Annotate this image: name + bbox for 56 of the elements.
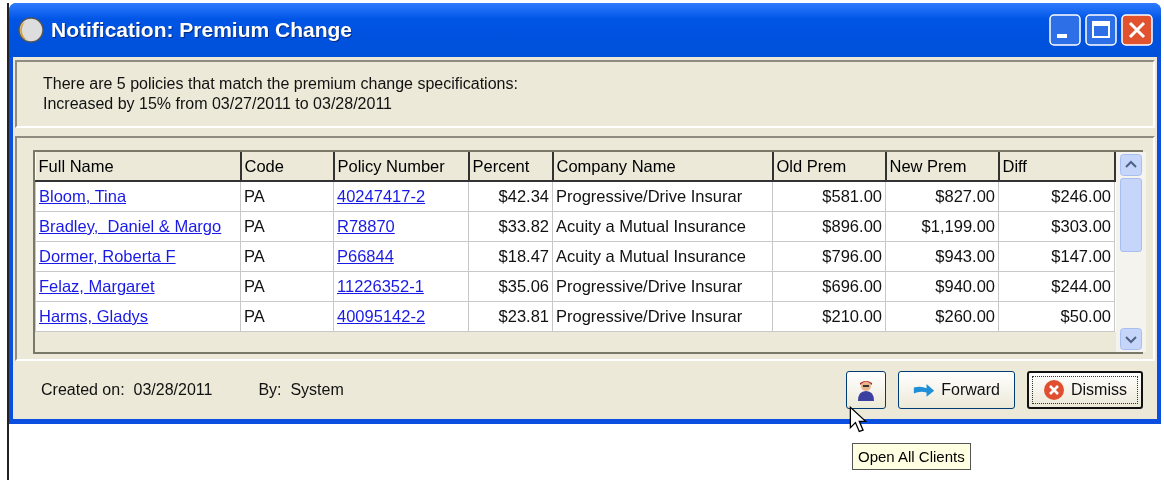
table-cell: Acuity a Mutual Insurance xyxy=(552,241,773,272)
table-cell: $896.00 xyxy=(772,211,886,242)
table-cell: PA xyxy=(240,181,334,212)
column-header[interactable]: Old Prem xyxy=(772,152,886,181)
author-text: By: System xyxy=(258,381,344,399)
table-cell: $35.06 xyxy=(468,271,553,302)
table-cell: $940.00 xyxy=(885,271,999,302)
table-cell: PA xyxy=(240,241,334,272)
table-cell: $943.00 xyxy=(885,241,999,272)
table-cell: PA xyxy=(240,301,334,332)
mouse-cursor-icon xyxy=(849,406,867,434)
column-header[interactable]: Policy Number xyxy=(333,152,469,181)
close-icon xyxy=(1043,379,1065,401)
tooltip: Open All Clients xyxy=(852,443,971,470)
table-cell: $18.47 xyxy=(468,241,553,272)
table-cell: $796.00 xyxy=(772,241,886,272)
table-cell: $696.00 xyxy=(772,271,886,302)
table-cell: $42.34 xyxy=(468,181,553,212)
column-header[interactable]: Company Name xyxy=(552,152,773,181)
table-cell: $260.00 xyxy=(885,301,999,332)
message-text: There are 5 policies that match the premium change specifications: xyxy=(43,74,519,94)
table-cell: $244.00 xyxy=(998,271,1115,302)
scroll-up-button[interactable] xyxy=(1119,154,1142,176)
column-header[interactable]: Code xyxy=(240,152,334,181)
dismiss-button[interactable]: Dismiss xyxy=(1027,371,1143,409)
message-text: Increased by 15% from 03/27/2011 to 03/28/2011 xyxy=(43,94,393,114)
column-header[interactable]: Diff xyxy=(998,152,1115,181)
table-cell: $827.00 xyxy=(885,181,999,212)
table-cell: Progressive/Drive Insurar xyxy=(552,271,773,302)
created-date-text: Created on: 03/28/2011 xyxy=(41,381,213,399)
column-header[interactable]: New Prem xyxy=(885,152,999,181)
clients-button[interactable] xyxy=(846,371,887,409)
table-cell: $33.82 xyxy=(468,211,553,242)
minimize-button[interactable] xyxy=(1049,14,1081,46)
table-cell: Acuity a Mutual Insurance xyxy=(552,211,773,242)
table-cell: $581.00 xyxy=(772,181,886,212)
table-cell: Progressive/Drive Insurar xyxy=(552,181,773,212)
table-cell: PA xyxy=(240,271,334,302)
column-header[interactable]: Percent xyxy=(468,152,553,181)
table-cell: $210.00 xyxy=(772,301,886,332)
table-cell: $50.00 xyxy=(998,301,1115,332)
table-cell: $147.00 xyxy=(998,241,1115,272)
table-cell: Progressive/Drive Insurar xyxy=(552,301,773,332)
table-cell: $246.00 xyxy=(998,181,1115,212)
table-cell: $303.00 xyxy=(998,211,1115,242)
table-cell: $1,199.00 xyxy=(885,211,999,242)
maximize-button[interactable] xyxy=(1085,14,1117,46)
window-title: Notification: Premium Change xyxy=(51,18,353,42)
scrollbar-thumb[interactable] xyxy=(1119,178,1142,252)
column-header[interactable]: Full Name xyxy=(35,152,241,181)
forward-button[interactable]: Forward xyxy=(898,371,1015,409)
close-button[interactable] xyxy=(1121,14,1153,46)
globe-icon xyxy=(17,16,45,44)
table-cell: PA xyxy=(240,211,334,242)
table-cell: $23.81 xyxy=(468,301,553,332)
scroll-down-button[interactable] xyxy=(1119,328,1142,350)
